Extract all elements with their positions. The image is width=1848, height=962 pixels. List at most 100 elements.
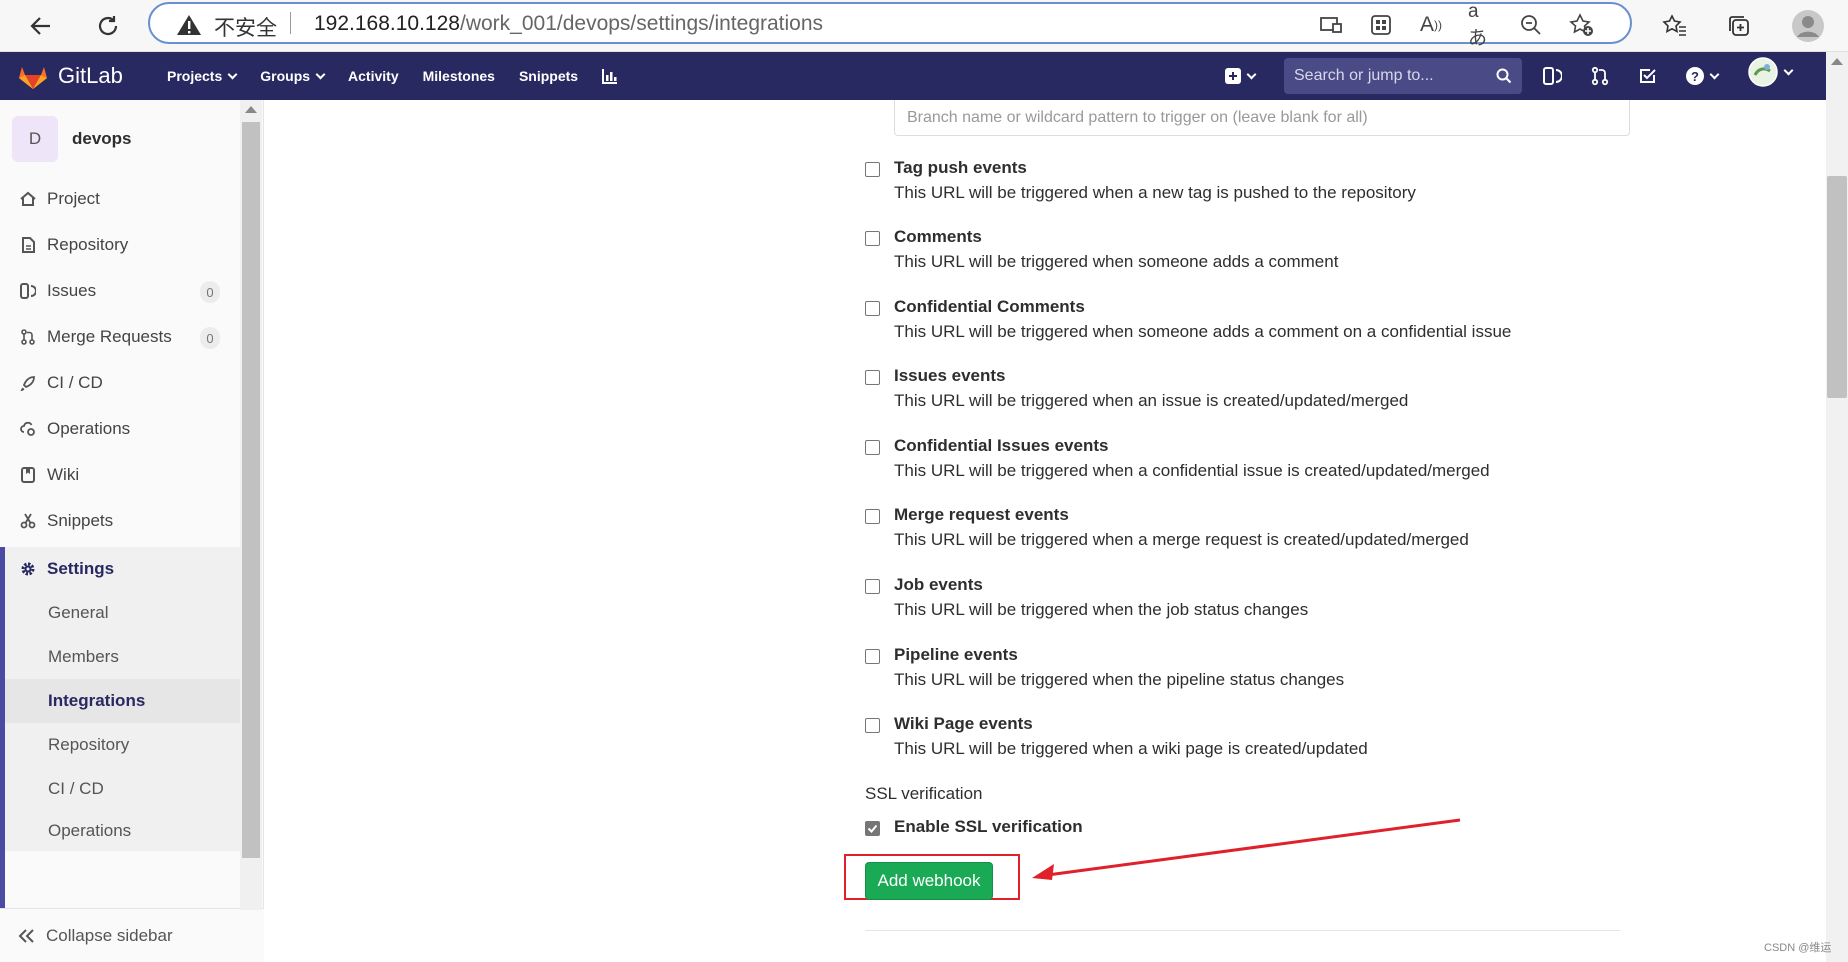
comments-checkbox[interactable]	[865, 231, 880, 246]
gitlab-logo[interactable]: GitLab	[18, 62, 123, 90]
todo-check-icon	[1640, 69, 1656, 83]
read-aloud-icon[interactable]: A))	[1418, 12, 1444, 38]
refresh-button[interactable]	[89, 7, 127, 45]
event-title[interactable]: Tag push events	[894, 158, 1027, 178]
wiki-page-events-checkbox[interactable]	[865, 718, 880, 733]
issues-shortcut[interactable]	[1542, 64, 1562, 88]
sidebar-item-repository[interactable]: Repository	[0, 225, 240, 265]
app-available-icon[interactable]	[1318, 12, 1344, 38]
sidebar-item-label: Issues	[47, 281, 97, 300]
settings-sub-members[interactable]: Members	[5, 635, 240, 679]
refresh-icon	[98, 16, 118, 36]
sidebar-item-label: Snippets	[47, 511, 114, 530]
todos-shortcut[interactable]	[1638, 64, 1658, 88]
nav-groups[interactable]: Groups	[248, 52, 336, 100]
browser-toolbar: 不安全 192.168.10.128/work_001/devops/setti…	[0, 0, 1848, 52]
back-button[interactable]	[22, 7, 60, 45]
scroll-up-arrow-icon[interactable]	[1831, 58, 1843, 65]
collections-button[interactable]	[1720, 7, 1758, 45]
confidential-comments-checkbox[interactable]	[865, 301, 880, 316]
event-description: This URL will be triggered when a wiki p…	[894, 739, 1368, 758]
new-item-dropdown[interactable]	[1225, 64, 1257, 88]
page-scrollbar-thumb[interactable]	[1827, 176, 1847, 398]
job-events-checkbox[interactable]	[865, 579, 880, 594]
favorites-icon	[1662, 14, 1686, 36]
sidebar-project-header[interactable]: D devops	[12, 116, 132, 162]
merge-request-events-checkbox[interactable]	[865, 509, 880, 524]
address-bar[interactable]: 不安全 192.168.10.128/work_001/devops/setti…	[148, 1, 1632, 49]
favorites-button[interactable]	[1656, 7, 1694, 45]
sidebar-item-snippets[interactable]: Snippets	[0, 501, 240, 541]
event-title[interactable]: Comments	[894, 227, 982, 247]
sidebar-item-ci-cd[interactable]: CI / CD	[0, 363, 240, 403]
event-title[interactable]: Confidential Comments	[894, 297, 1085, 317]
pipeline-events-checkbox[interactable]	[865, 649, 880, 664]
merge-requests-shortcut[interactable]	[1590, 64, 1610, 88]
favorite-add-icon[interactable]	[1568, 12, 1594, 38]
branch-filter-input[interactable]	[894, 100, 1630, 136]
search-box[interactable]	[1284, 58, 1522, 94]
nav-analytics[interactable]	[590, 52, 630, 100]
nav-projects[interactable]: Projects	[155, 52, 248, 100]
sidebar-item-wiki[interactable]: Wiki	[0, 455, 240, 495]
sidebar-item-label: Wiki	[47, 465, 80, 484]
nav-milestones[interactable]: Milestones	[411, 52, 507, 100]
svg-text:?: ?	[1691, 69, 1699, 84]
sidebar-item-operations[interactable]: Operations	[0, 409, 240, 449]
event-title[interactable]: Wiki Page events	[894, 714, 1033, 734]
sidebar-scrollbar[interactable]	[240, 100, 262, 910]
nav-snippets[interactable]: Snippets	[507, 52, 590, 100]
chevron-down-icon	[1709, 69, 1720, 79]
url-text[interactable]: 192.168.10.128/work_001/devops/settings/…	[314, 12, 823, 36]
security-label[interactable]: 不安全	[214, 12, 277, 42]
collapse-sidebar-button[interactable]: Collapse sidebar	[0, 908, 264, 962]
gear-icon	[18, 561, 38, 577]
event-description: This URL will be triggered when the pipe…	[894, 670, 1345, 689]
issues-count-badge: 0	[200, 281, 220, 303]
confidential-issues-events-checkbox[interactable]	[865, 440, 880, 455]
sidebar-item-settings[interactable]: Settings	[0, 547, 240, 591]
event-title[interactable]: Job events	[894, 575, 983, 595]
enable-ssl-checkbox[interactable]	[865, 821, 880, 836]
settings-sub-ci-cd[interactable]: CI / CD	[5, 767, 240, 811]
search-input[interactable]	[1284, 58, 1484, 94]
sidebar-item-project[interactable]: Project	[0, 179, 240, 219]
sidebar-item-issues[interactable]: Issues 0	[0, 271, 240, 311]
scroll-up-arrow-icon[interactable]	[245, 106, 257, 113]
question-icon: ?	[1686, 67, 1704, 85]
nav-projects-label: Projects	[167, 68, 223, 84]
settings-sub-repository[interactable]: Repository	[5, 723, 240, 767]
sidebar-scrollbar-thumb[interactable]	[242, 122, 260, 858]
sidebar-item-merge-requests[interactable]: Merge Requests 0	[0, 317, 240, 357]
apps-grid-icon[interactable]	[1368, 12, 1394, 38]
settings-sub-general[interactable]: General	[5, 591, 240, 635]
help-dropdown[interactable]: ?	[1686, 64, 1720, 88]
project-avatar: D	[12, 116, 58, 162]
add-webhook-button[interactable]: Add webhook	[865, 862, 993, 900]
sidebar-item-label: Project	[47, 189, 100, 208]
settings-sub-integrations[interactable]: Integrations	[5, 679, 240, 723]
checkmark-icon	[867, 824, 878, 833]
event-description: This URL will be triggered when a merge …	[894, 530, 1469, 549]
settings-sub-operations[interactable]: Operations	[5, 811, 240, 851]
issues-events-checkbox[interactable]	[865, 370, 880, 385]
plus-square-icon	[1225, 68, 1241, 84]
url-host: 192.168.10.128	[314, 12, 460, 35]
merge-request-icon	[1591, 66, 1609, 86]
event-title[interactable]: Pipeline events	[894, 645, 1018, 665]
top-nav: Projects Groups Activity Milestones Snip…	[155, 52, 630, 100]
issues-icon	[1543, 67, 1562, 85]
tag-push-events-checkbox[interactable]	[865, 162, 880, 177]
event-title[interactable]: Issues events	[894, 366, 1006, 386]
translate-icon[interactable]: aあ	[1468, 1, 1494, 49]
user-menu[interactable]	[1748, 57, 1794, 87]
sidebar-item-label: Settings	[47, 559, 115, 578]
chart-icon	[602, 69, 618, 84]
sidebar-item-label: CI / CD	[47, 373, 103, 392]
nav-activity[interactable]: Activity	[336, 52, 411, 100]
event-title[interactable]: Merge request events	[894, 505, 1069, 525]
zoom-icon[interactable]	[1518, 12, 1544, 38]
profile-button[interactable]	[1789, 7, 1827, 45]
event-title[interactable]: Confidential Issues events	[894, 436, 1108, 456]
page-scrollbar[interactable]	[1826, 52, 1848, 962]
